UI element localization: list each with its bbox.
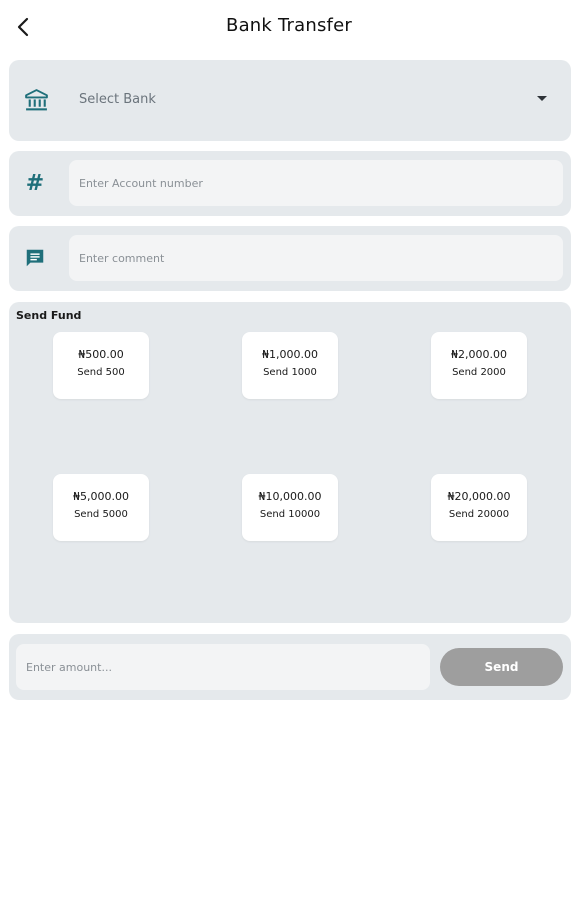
fund-tile-5000[interactable]: ₦5,000.00 Send 5000: [53, 474, 149, 541]
fund-tile-1000[interactable]: ₦1,000.00 Send 1000: [242, 332, 338, 399]
fund-tile-amount: ₦1,000.00: [262, 348, 318, 361]
page-title: Bank Transfer: [226, 15, 352, 36]
fund-tile-10000[interactable]: ₦10,000.00 Send 10000: [242, 474, 338, 541]
amount-input[interactable]: [16, 644, 430, 690]
fund-tile-label: Send 5000: [74, 509, 128, 520]
select-bank-dropdown[interactable]: Select Bank: [9, 60, 571, 141]
fund-tile-amount: ₦20,000.00: [447, 490, 511, 503]
fund-tile-amount: ₦5,000.00: [73, 490, 129, 503]
fund-tile-amount: ₦500.00: [78, 348, 124, 361]
send-button[interactable]: Send: [440, 648, 563, 686]
fund-tile-label: Send 20000: [448, 509, 510, 520]
bank-icon: [25, 89, 48, 111]
fund-tile-500[interactable]: ₦500.00 Send 500: [53, 332, 149, 399]
fund-tile-label: Send 500: [77, 367, 125, 378]
comment-icon: [23, 246, 47, 270]
account-number-row: #: [9, 151, 571, 216]
send-fund-panel: Send Fund ₦500.00 Send 500 ₦1,000.00 Sen…: [9, 302, 571, 623]
send-fund-title: Send Fund: [16, 309, 82, 322]
hash-icon: #: [25, 170, 45, 196]
fund-tile-amount: ₦10,000.00: [258, 490, 322, 503]
comment-row: [9, 226, 571, 291]
account-number-input[interactable]: [69, 160, 563, 206]
amount-row: Send: [9, 634, 571, 700]
fund-tile-20000[interactable]: ₦20,000.00 Send 20000: [431, 474, 527, 541]
comment-input[interactable]: [69, 235, 563, 281]
fund-tile-label: Send 2000: [452, 367, 506, 378]
app-header: Bank Transfer: [0, 0, 578, 56]
caret-down-icon[interactable]: [537, 96, 547, 101]
fund-tile-2000[interactable]: ₦2,000.00 Send 2000: [431, 332, 527, 399]
fund-tile-amount: ₦2,000.00: [451, 348, 507, 361]
fund-tile-label: Send 10000: [259, 509, 321, 520]
fund-tile-label: Send 1000: [263, 367, 317, 378]
select-bank-label: Select Bank: [79, 92, 156, 107]
